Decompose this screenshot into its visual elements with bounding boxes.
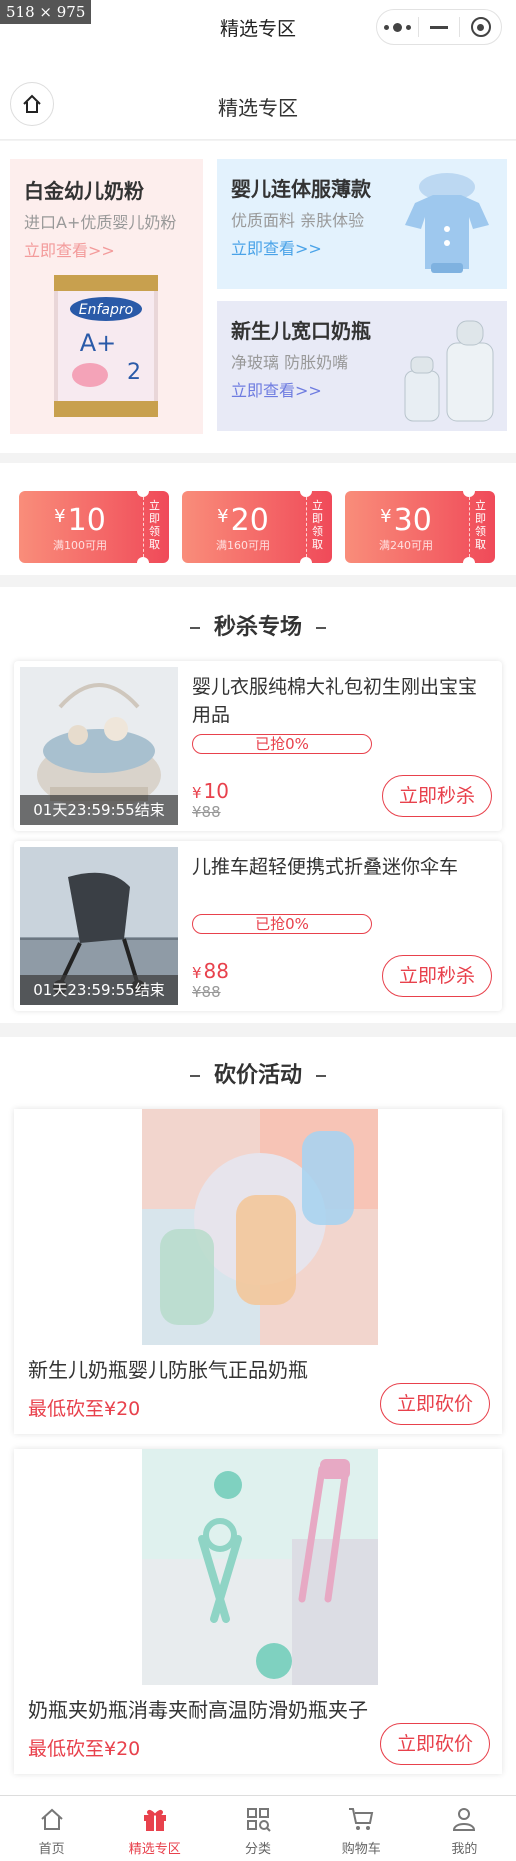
promo-title: 新生儿宽口奶瓶 [231, 319, 371, 343]
tab-profile[interactable]: 我的 [413, 1796, 516, 1861]
can-number: 2 [127, 360, 141, 385]
bodysuit-image [405, 173, 489, 273]
coupon-claim-label[interactable]: 立即领取 [149, 499, 163, 551]
tab-home[interactable]: 首页 [0, 1796, 103, 1861]
tab-featured[interactable]: 精选专区 [103, 1796, 206, 1861]
buy-now-button[interactable]: 立即秒杀 [382, 955, 492, 997]
bottom-tab-bar: 首页 精选专区 分类 购物车 我的 [0, 1795, 516, 1861]
buy-now-button[interactable]: 立即秒杀 [382, 775, 492, 817]
home-icon [40, 1808, 63, 1830]
promo-title: 婴儿连体服薄款 [231, 177, 371, 201]
glass-bottles-image [404, 320, 494, 422]
product-name: 婴儿衣服纯棉大礼包初生刚出宝宝用品 [192, 676, 478, 726]
original-price: ¥88 [192, 983, 221, 1001]
sold-progress: 已抢0% [192, 914, 372, 934]
tab-label: 购物车 [341, 1842, 381, 1857]
bargain-item[interactable]: 新生儿奶瓶婴儿防胀气正品奶瓶 最低砍至¥20 立即砍价 [14, 1109, 502, 1434]
original-price: ¥88 [192, 803, 221, 821]
section-header: 砍价活动 [0, 1057, 516, 1089]
minus-icon [430, 25, 448, 29]
promo-card-formula[interactable]: 白金幼儿奶粉 进口A+优质婴儿奶粉 立即查看>> Enfapro A+ 2 [10, 159, 203, 434]
coupon-condition: 满240可用 [379, 539, 433, 552]
product-name: 奶瓶夹奶瓶消毒夹耐高温防滑奶瓶夹子 [28, 1698, 368, 1722]
promo-card-bottle[interactable]: 新生儿宽口奶瓶 净玻璃 防胀奶嘴 立即查看>> [217, 301, 507, 431]
can-brand: Enfapro [79, 302, 133, 318]
navigation-bar: 精选专区 [0, 52, 516, 140]
sale-price: ¥10 [192, 779, 229, 803]
lowest-price: 最低砍至¥20 [28, 1738, 141, 1760]
target-icon [470, 17, 491, 37]
bargain-item[interactable]: 奶瓶夹奶瓶消毒夹耐高温防滑奶瓶夹子 最低砍至¥20 立即砍价 [14, 1449, 502, 1774]
product-image: 01天23:59:55结束 [20, 847, 178, 1005]
promo-title: 白金幼儿奶粉 [24, 179, 144, 203]
tab-cart[interactable]: 购物车 [310, 1796, 413, 1861]
coupon-amount: ¥20 [217, 503, 269, 538]
tab-label: 分类 [245, 1842, 272, 1857]
sold-progress: 已抢0% [192, 734, 372, 754]
promo-card-bodysuit[interactable]: 婴儿连体服薄款 优质面料 亲肤体验 立即查看>> [217, 159, 507, 289]
promo-subtitle: 优质面料 亲肤体验 [231, 211, 365, 230]
promo-subtitle: 进口A+优质婴儿奶粉 [24, 213, 177, 232]
promo-link[interactable]: 立即查看>> [231, 235, 322, 259]
product-image: 01天23:59:55结束 [20, 667, 178, 825]
category-icon [247, 1808, 271, 1832]
flash-sale-section: 秒杀专场 01天23:59:55结束 婴儿衣服纯棉大礼包初生刚出宝宝用品 已抢0… [0, 587, 516, 1023]
coupon-amount: ¥30 [380, 503, 432, 538]
coupon-claim-label[interactable]: 立即领取 [312, 499, 326, 551]
tab-label: 我的 [451, 1842, 478, 1857]
tab-label: 首页 [38, 1842, 65, 1857]
tab-label: 精选专区 [128, 1842, 181, 1857]
product-name: 儿推车超轻便携式折叠迷你伞车 [192, 856, 459, 878]
bargain-button[interactable]: 立即砍价 [380, 1383, 490, 1425]
flash-sale-item[interactable]: 01天23:59:55结束 婴儿衣服纯棉大礼包初生刚出宝宝用品 已抢0% ¥10… [14, 661, 502, 831]
gift-icon [143, 1809, 166, 1831]
bargain-section: 砍价活动 新生儿奶瓶婴儿防胀气正品奶瓶 最低砍至¥20 立即砍价 奶瓶夹奶瓶消毒… [0, 1037, 516, 1795]
coupon-card[interactable]: ¥30 满240可用 立即领取 [345, 485, 495, 569]
section-header: 秒杀专场 [0, 609, 516, 641]
promo-link[interactable]: 立即查看>> [231, 377, 322, 401]
product-image [142, 1109, 378, 1345]
sale-price: ¥88 [192, 959, 229, 983]
bottle-tongs-image [142, 1449, 378, 1685]
more-dots-icon [383, 22, 411, 32]
formula-can-image: Enfapro A+ 2 [54, 275, 158, 417]
countdown-timer: 01天23:59:55结束 [20, 795, 178, 825]
coupon-amount: ¥10 [54, 503, 106, 538]
promo-link[interactable]: 立即查看>> [24, 237, 115, 261]
coupon-claim-label[interactable]: 立即领取 [475, 499, 489, 551]
mini-program-capsule [376, 9, 502, 45]
bargain-button[interactable]: 立即砍价 [380, 1723, 490, 1765]
flash-sale-item[interactable]: 01天23:59:55结束 儿推车超轻便携式折叠迷你伞车 已抢0% ¥88 ¥8… [14, 841, 502, 1011]
status-bar: 518 × 975 精选专区 [0, 0, 516, 52]
coupon-condition: 满160可用 [216, 539, 270, 552]
product-name: 新生儿奶瓶婴儿防胀气正品奶瓶 [28, 1358, 308, 1382]
feeding-bottles-image [142, 1109, 378, 1345]
coupon-section: ¥10 满100可用 立即领取 ¥20 满160可用 立即领取 ¥30 满240… [0, 463, 516, 575]
minimize-button[interactable] [419, 10, 460, 44]
close-program-button[interactable] [460, 10, 501, 44]
coupon-condition: 满100可用 [53, 539, 107, 552]
more-menu-button[interactable] [377, 10, 418, 44]
lowest-price: 最低砍至¥20 [28, 1398, 141, 1420]
product-image [142, 1449, 378, 1685]
coupon-card[interactable]: ¥10 满100可用 立即领取 [19, 485, 169, 569]
cart-icon [349, 1808, 374, 1830]
coupon-card[interactable]: ¥20 满160可用 立即领取 [182, 485, 332, 569]
page-title: 精选专区 [218, 96, 298, 120]
user-icon [453, 1808, 476, 1831]
promo-subtitle: 净玻璃 防胀奶嘴 [231, 353, 349, 372]
tab-category[interactable]: 分类 [206, 1796, 309, 1861]
countdown-timer: 01天23:59:55结束 [20, 975, 178, 1005]
can-stage: A+ [80, 329, 117, 357]
promo-section: 白金幼儿奶粉 进口A+优质婴儿奶粉 立即查看>> Enfapro A+ 2 婴儿… [0, 141, 516, 453]
